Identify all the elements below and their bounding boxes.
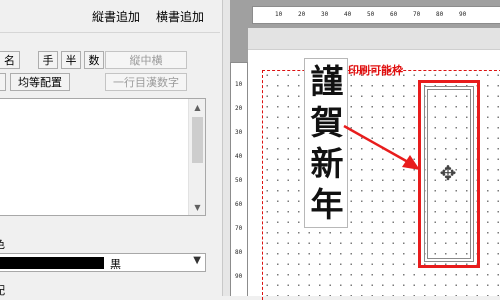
vertical-ruler: 10 20 30 40 50 60 70 80 90	[230, 62, 248, 296]
v-ruler-tick: 50	[235, 177, 243, 184]
hand-style-button[interactable]: 手	[38, 51, 58, 69]
h-ruler-tick: 80	[436, 11, 444, 18]
color-select[interactable]: 黒 ▼	[0, 253, 206, 272]
equal-spacing-button[interactable]: 均等配置	[10, 73, 70, 91]
h-ruler-tick: 30	[321, 11, 329, 18]
text-list-box[interactable]	[0, 98, 206, 216]
v-ruler-tick: 60	[235, 201, 243, 208]
color-section-label: 色	[0, 236, 5, 252]
h-ruler-tick: 10	[275, 11, 283, 18]
panel-splitter[interactable]	[222, 0, 230, 296]
toolbar-divider	[0, 32, 220, 33]
name-style-button[interactable]: 名	[0, 51, 20, 69]
v-ruler-tick: 10	[235, 81, 243, 88]
v-ruler-tick: 70	[235, 225, 243, 232]
h-ruler-tick: 50	[367, 11, 375, 18]
scroll-down-icon[interactable]: ▼	[189, 199, 206, 215]
h-ruler-tick: 70	[413, 11, 421, 18]
h-ruler-tick: 90	[459, 11, 467, 18]
color-name: 黒	[110, 258, 121, 271]
page-top-margin	[248, 28, 500, 50]
h-ruler-tick: 60	[390, 11, 398, 18]
kanji-numeral-first-line-button[interactable]: 一行目漢数字	[105, 73, 187, 91]
number-button[interactable]: 数	[84, 51, 104, 69]
vertical-add-button[interactable]: 縦書追加	[92, 8, 140, 25]
h-ruler-tick: 40	[344, 11, 352, 18]
v-ruler-tick: 30	[235, 129, 243, 136]
move-icon[interactable]: ✥	[437, 162, 459, 184]
tate-chu-yoko-button[interactable]: 縦中横	[105, 51, 187, 69]
v-ruler-tick: 40	[235, 153, 243, 160]
chevron-down-icon[interactable]: ▼	[193, 255, 201, 266]
v-ruler-tick: 90	[235, 273, 243, 280]
list-scrollbar[interactable]: ▲ ▼	[188, 99, 205, 215]
printable-area-label: 印刷可能枠	[348, 64, 403, 77]
v-ruler-tick: 20	[235, 105, 243, 112]
scroll-up-icon[interactable]: ▲	[189, 99, 206, 115]
cut-off-button[interactable]	[0, 73, 6, 91]
v-ruler-tick: 80	[235, 249, 243, 256]
horizontal-add-button[interactable]: 横書追加	[156, 8, 204, 25]
annotation-arrow	[343, 124, 420, 170]
horizontal-ruler: 10 20 30 40 50 60 70 80 90	[252, 6, 500, 24]
color-swatch	[0, 257, 104, 269]
h-ruler-tick: 20	[298, 11, 306, 18]
left-panel: 縦書追加 横書追加 名 手 半 数 縦中横 均等配置 一行目漢数字 ▲ ▼ 色 …	[0, 0, 222, 297]
half-width-button[interactable]: 半	[61, 51, 81, 69]
scroll-thumb[interactable]	[192, 117, 203, 163]
